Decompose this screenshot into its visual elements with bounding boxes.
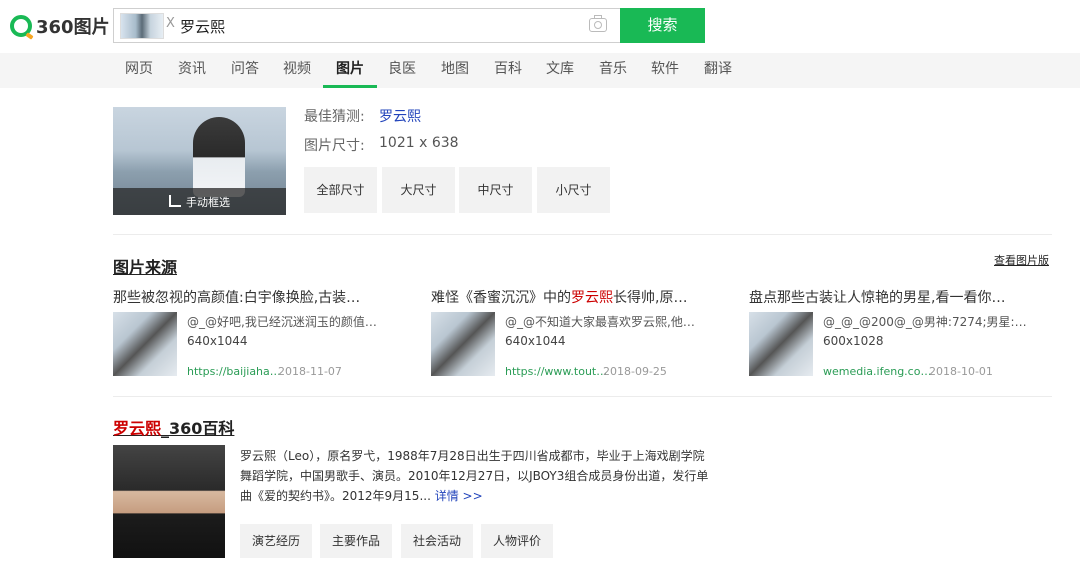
baike-more-link[interactable]: 详情 >> bbox=[435, 489, 483, 503]
tab-baike[interactable]: 百科 bbox=[494, 53, 522, 88]
category-nav: 网页 资讯 问答 视频 图片 良医 地图 百科 文库 音乐 软件 翻译 bbox=[0, 53, 1080, 88]
source-thumbnail[interactable] bbox=[113, 312, 177, 376]
baike-portrait[interactable] bbox=[113, 445, 225, 558]
best-guess-label: 最佳猜测: bbox=[304, 109, 365, 125]
source-title-link[interactable]: 那些被忽视的高颜值:白宇像换脸,古装… bbox=[113, 287, 360, 307]
source-title-link[interactable]: 难怪《香蜜沉沉》中的罗云熙长得帅,原… bbox=[431, 287, 687, 307]
source-description: @_@好吧,我已经沉迷润玉的颜值… bbox=[187, 315, 377, 329]
source-thumbnail[interactable] bbox=[749, 312, 813, 376]
divider bbox=[113, 396, 1052, 397]
view-image-version-link[interactable]: 查看图片版 bbox=[994, 252, 1049, 268]
baike-title-rest: _360百科 bbox=[161, 419, 235, 438]
baike-title-link[interactable]: 罗云熙_360百科 bbox=[113, 415, 234, 439]
source-title-highlight: 罗云熙 bbox=[571, 290, 613, 306]
source-description: @_@_@200@_@男神:7274;男星:… bbox=[823, 315, 1027, 329]
source-url[interactable]: https://www.tout… bbox=[505, 365, 607, 378]
tab-software[interactable]: 软件 bbox=[651, 53, 679, 88]
query-image-thumbnail[interactable] bbox=[120, 13, 164, 39]
source-title-part: 难怪《香蜜沉沉》中的 bbox=[431, 290, 571, 306]
tab-images[interactable]: 图片 bbox=[323, 53, 377, 88]
source-description: @_@不知道大家最喜欢罗云熙,他… bbox=[505, 315, 695, 329]
source-image-size: 600x1028 bbox=[823, 334, 884, 348]
tab-qa[interactable]: 问答 bbox=[231, 53, 259, 88]
tab-wenku[interactable]: 文库 bbox=[546, 53, 574, 88]
baike-tab-evaluation[interactable]: 人物评价 bbox=[481, 524, 553, 558]
manual-crop-button[interactable]: 手动框选 bbox=[113, 188, 286, 215]
source-image-size: 640x1044 bbox=[187, 334, 248, 348]
sources-title: 图片来源 bbox=[113, 258, 178, 277]
size-filter-all[interactable]: 全部尺寸 bbox=[304, 167, 377, 213]
source-url[interactable]: https://baijiaha… bbox=[187, 365, 281, 378]
source-url[interactable]: wemedia.ifeng.co… bbox=[823, 365, 931, 378]
baike-tab-activities[interactable]: 社会活动 bbox=[401, 524, 473, 558]
size-filter-medium[interactable]: 中尺寸 bbox=[459, 167, 532, 213]
source-image-size: 640x1044 bbox=[505, 334, 566, 348]
camera-icon[interactable] bbox=[589, 15, 607, 32]
source-title-link[interactable]: 盘点那些古装让人惊艳的男星,看一看你… bbox=[749, 287, 1005, 307]
baike-summary: 罗云熙（Leo），原名罗弋，1988年7月28日出生于四川省成都市，毕业于上海戏… bbox=[240, 446, 710, 506]
tab-news[interactable]: 资讯 bbox=[178, 53, 206, 88]
preview-figure bbox=[193, 117, 245, 197]
header: 360图片 X 罗云熙 搜索 bbox=[0, 0, 1080, 53]
tab-health[interactable]: 良医 bbox=[388, 53, 416, 88]
tab-music[interactable]: 音乐 bbox=[599, 53, 627, 88]
logo-icon bbox=[10, 15, 32, 37]
source-date: 2018-09-25 bbox=[603, 365, 667, 378]
image-size-value: 1021 x 638 bbox=[379, 135, 459, 151]
divider bbox=[113, 234, 1052, 235]
source-date: 2018-10-01 bbox=[929, 365, 993, 378]
best-guess-link[interactable]: 罗云熙 bbox=[379, 106, 421, 126]
manual-crop-label: 手动框选 bbox=[186, 196, 230, 209]
size-filter-small[interactable]: 小尺寸 bbox=[537, 167, 610, 213]
search-input[interactable]: 罗云熙 bbox=[180, 16, 225, 37]
query-image-preview[interactable]: 手动框选 bbox=[113, 107, 286, 215]
size-filter-large[interactable]: 大尺寸 bbox=[382, 167, 455, 213]
search-button[interactable]: 搜索 bbox=[620, 8, 705, 43]
source-thumbnail[interactable] bbox=[431, 312, 495, 376]
remove-image-icon[interactable]: X bbox=[166, 16, 175, 31]
crop-icon bbox=[169, 195, 181, 207]
tab-maps[interactable]: 地图 bbox=[441, 53, 469, 88]
source-date: 2018-11-07 bbox=[278, 365, 342, 378]
baike-title-highlight: 罗云熙 bbox=[113, 419, 162, 438]
baike-tab-works[interactable]: 主要作品 bbox=[320, 524, 392, 558]
baike-tab-career[interactable]: 演艺经历 bbox=[240, 524, 312, 558]
source-title-part: 长得帅,原… bbox=[613, 290, 688, 306]
logo-text: 360图片 bbox=[36, 17, 110, 38]
tab-translate[interactable]: 翻译 bbox=[704, 53, 732, 88]
image-size-label: 图片尺寸: bbox=[304, 138, 365, 154]
tab-webpage[interactable]: 网页 bbox=[125, 53, 153, 88]
tab-video[interactable]: 视频 bbox=[283, 53, 311, 88]
logo[interactable]: 360图片 bbox=[10, 14, 110, 38]
search-box[interactable]: X 罗云熙 bbox=[113, 8, 620, 43]
